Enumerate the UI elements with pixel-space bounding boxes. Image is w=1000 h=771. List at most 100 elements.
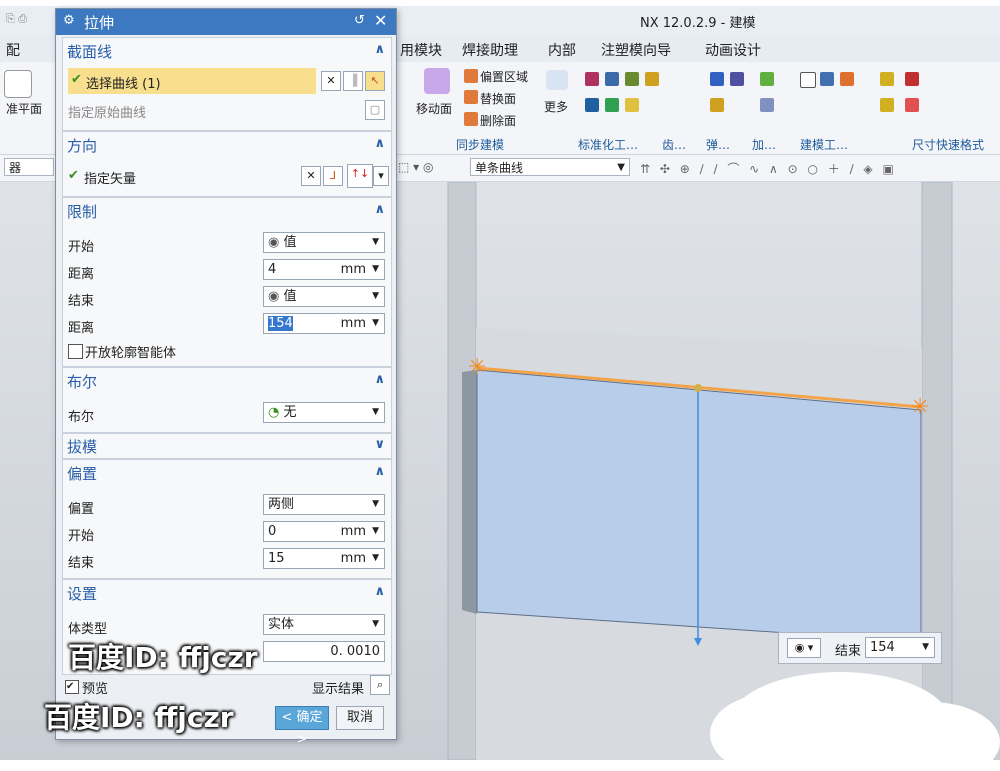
tool-icon[interactable] <box>625 72 639 86</box>
offset-region-label[interactable]: 偏置区域 <box>480 68 528 85</box>
vector-axis-icon[interactable]: ⅃ <box>323 166 343 186</box>
curve-rule-combo[interactable]: 单条曲线 ▼ <box>470 158 630 176</box>
tool-icon[interactable] <box>710 98 724 112</box>
menu-item-assembly[interactable]: 配 <box>6 40 20 60</box>
tool-icon[interactable] <box>905 72 919 86</box>
move-face-icon[interactable] <box>424 68 450 94</box>
direction-header[interactable]: 方向 <box>67 135 97 156</box>
popup-label: 结束 <box>835 644 862 659</box>
delete-face-label[interactable]: 删除面 <box>480 112 516 129</box>
vector-pick-icon[interactable]: ✕ <box>301 166 321 186</box>
search-icon[interactable]: ⌕ <box>370 675 390 695</box>
reset-icon[interactable]: ↺ <box>354 13 365 28</box>
popup-end-input[interactable]: 154 ▼ <box>865 637 935 658</box>
curve-select-icon[interactable]: ↖ <box>365 71 385 91</box>
tool-icon[interactable] <box>585 98 599 112</box>
menu-item-animation[interactable]: 动画设计 <box>705 40 761 60</box>
group-standardization[interactable]: 标准化工… <box>578 136 638 153</box>
tool-icon[interactable] <box>710 72 724 86</box>
section-curve-header[interactable]: 截面线 <box>67 41 112 62</box>
group-machining[interactable]: 加… <box>752 136 776 153</box>
more-label[interactable]: 更多 <box>544 98 568 115</box>
curve-icon[interactable]: ▐ <box>343 71 363 91</box>
tool-icon[interactable] <box>605 72 619 86</box>
show-result-label[interactable]: 显示结果 <box>312 678 364 697</box>
close-icon[interactable]: ✕ <box>374 11 387 30</box>
selection-filter-combo[interactable]: 器 <box>4 158 54 176</box>
limits-header[interactable]: 限制 <box>67 201 97 222</box>
value-type-dropdown[interactable]: ◉ ▾ <box>787 638 821 658</box>
menu-item-app-module[interactable]: 用模块 <box>400 40 442 60</box>
tool-icon[interactable] <box>730 72 744 86</box>
gear-icon[interactable]: ⚙ <box>63 13 75 28</box>
boolean-select[interactable]: ◔ 无 ▼ <box>263 402 385 423</box>
snap-icons[interactable]: ⬚ ▾ ◎ <box>398 160 433 174</box>
open-profile-checkbox[interactable] <box>68 344 83 359</box>
replace-face-label[interactable]: 替换面 <box>480 90 516 107</box>
origin-curve-icon[interactable]: ▢ <box>365 100 385 120</box>
chevron-down-icon[interactable]: ∨ <box>374 437 385 452</box>
delete-face-icon[interactable] <box>464 112 478 126</box>
end-type-select[interactable]: ◉ 值 ▼ <box>263 286 385 307</box>
dialog-title-bar[interactable]: ⚙ 拉伸 ↺ ✕ <box>56 9 396 35</box>
offset-region-icon[interactable] <box>464 69 478 83</box>
group-gear[interactable]: 齿… <box>662 136 686 153</box>
chevron-up-icon[interactable]: ∧ <box>374 136 385 151</box>
chevron-up-icon[interactable]: ∧ <box>374 42 385 57</box>
watermark: 百度ID: ffjczr <box>44 701 234 734</box>
chevron-up-icon[interactable]: ∧ <box>374 202 385 217</box>
start-type-value: 值 <box>283 235 297 250</box>
chevron-up-icon[interactable]: ∧ <box>374 372 385 387</box>
tool-icon[interactable] <box>905 98 919 112</box>
offset-start-input[interactable]: 0 mm ▼ <box>263 521 385 542</box>
distance2-value: 154 <box>268 316 293 331</box>
cancel-button[interactable]: 取消 <box>336 706 384 730</box>
checkmark-icon: ✔ <box>68 168 79 183</box>
tool-icon[interactable] <box>880 72 894 86</box>
distance2-input[interactable]: 154 mm ▼ <box>263 313 385 334</box>
ok-button[interactable]: < 确定 > <box>275 706 329 747</box>
settings-header[interactable]: 设置 <box>67 583 97 604</box>
preview-checkbox[interactable]: ✔ <box>65 680 79 694</box>
select-curve-row[interactable]: ✔ 选择曲线 (1) <box>68 68 316 94</box>
reverse-direction-icon[interactable]: ↑↓ <box>347 164 373 188</box>
tolerance-input[interactable]: 0. 0010 <box>263 641 385 662</box>
specify-vector-label: 指定矢量 <box>84 172 137 187</box>
tool-icon[interactable] <box>585 72 599 86</box>
tool-icon[interactable] <box>820 72 834 86</box>
datum-plane-icon[interactable] <box>4 70 32 98</box>
boolean-header[interactable]: 布尔 <box>67 371 97 392</box>
offset-header[interactable]: 偏置 <box>67 463 97 484</box>
group-modeling-tools[interactable]: 建模工… <box>800 136 848 153</box>
more-icon[interactable] <box>546 70 568 90</box>
select-curve-label: 选择曲线 (1) <box>86 77 161 92</box>
tool-icon[interactable] <box>840 72 854 86</box>
move-face-label[interactable]: 移动面 <box>416 100 452 117</box>
offset-end-value: 15 <box>268 551 285 566</box>
body-type-select[interactable]: 实体 ▼ <box>263 614 385 635</box>
menu-item-mold-wizard[interactable]: 注塑模向导 <box>601 40 671 60</box>
quick-access-icons[interactable]: ⎘ ⎙ <box>6 12 27 26</box>
chevron-up-icon[interactable]: ∧ <box>374 464 385 479</box>
curve-sketch-icon[interactable]: ✕ <box>321 71 341 91</box>
chevron-down-icon[interactable]: ▾ <box>373 166 389 186</box>
tool-icon[interactable] <box>645 72 659 86</box>
distance1-input[interactable]: 4 mm ▼ <box>263 259 385 280</box>
replace-face-icon[interactable] <box>464 90 478 104</box>
draft-header[interactable]: 拔模 <box>67 436 97 457</box>
tool-icon[interactable] <box>605 98 619 112</box>
offset-type-select[interactable]: 两侧 ▼ <box>263 494 385 515</box>
menu-item-internal[interactable]: 内部 <box>548 40 576 60</box>
start-type-select[interactable]: ◉ 值 ▼ <box>263 232 385 253</box>
boolean-label: 布尔 <box>68 410 95 425</box>
offset-end-input[interactable]: 15 mm ▼ <box>263 548 385 569</box>
tool-icon[interactable] <box>760 98 774 112</box>
tool-icon[interactable] <box>625 98 639 112</box>
chevron-up-icon[interactable]: ∧ <box>374 584 385 599</box>
menu-item-weld-assistant[interactable]: 焊接助理 <box>462 40 518 60</box>
tool-icon[interactable] <box>800 72 816 88</box>
group-spring[interactable]: 弹… <box>706 136 730 153</box>
tool-icon[interactable] <box>760 72 774 86</box>
tool-icon[interactable] <box>880 98 894 112</box>
snap-point-icons[interactable]: ⇈ ✣ ⊕ ∕ ∕ ⌒ ∿ ∧ ⊙ ○ ＋ ∕ ◈ ▣ <box>640 160 897 177</box>
